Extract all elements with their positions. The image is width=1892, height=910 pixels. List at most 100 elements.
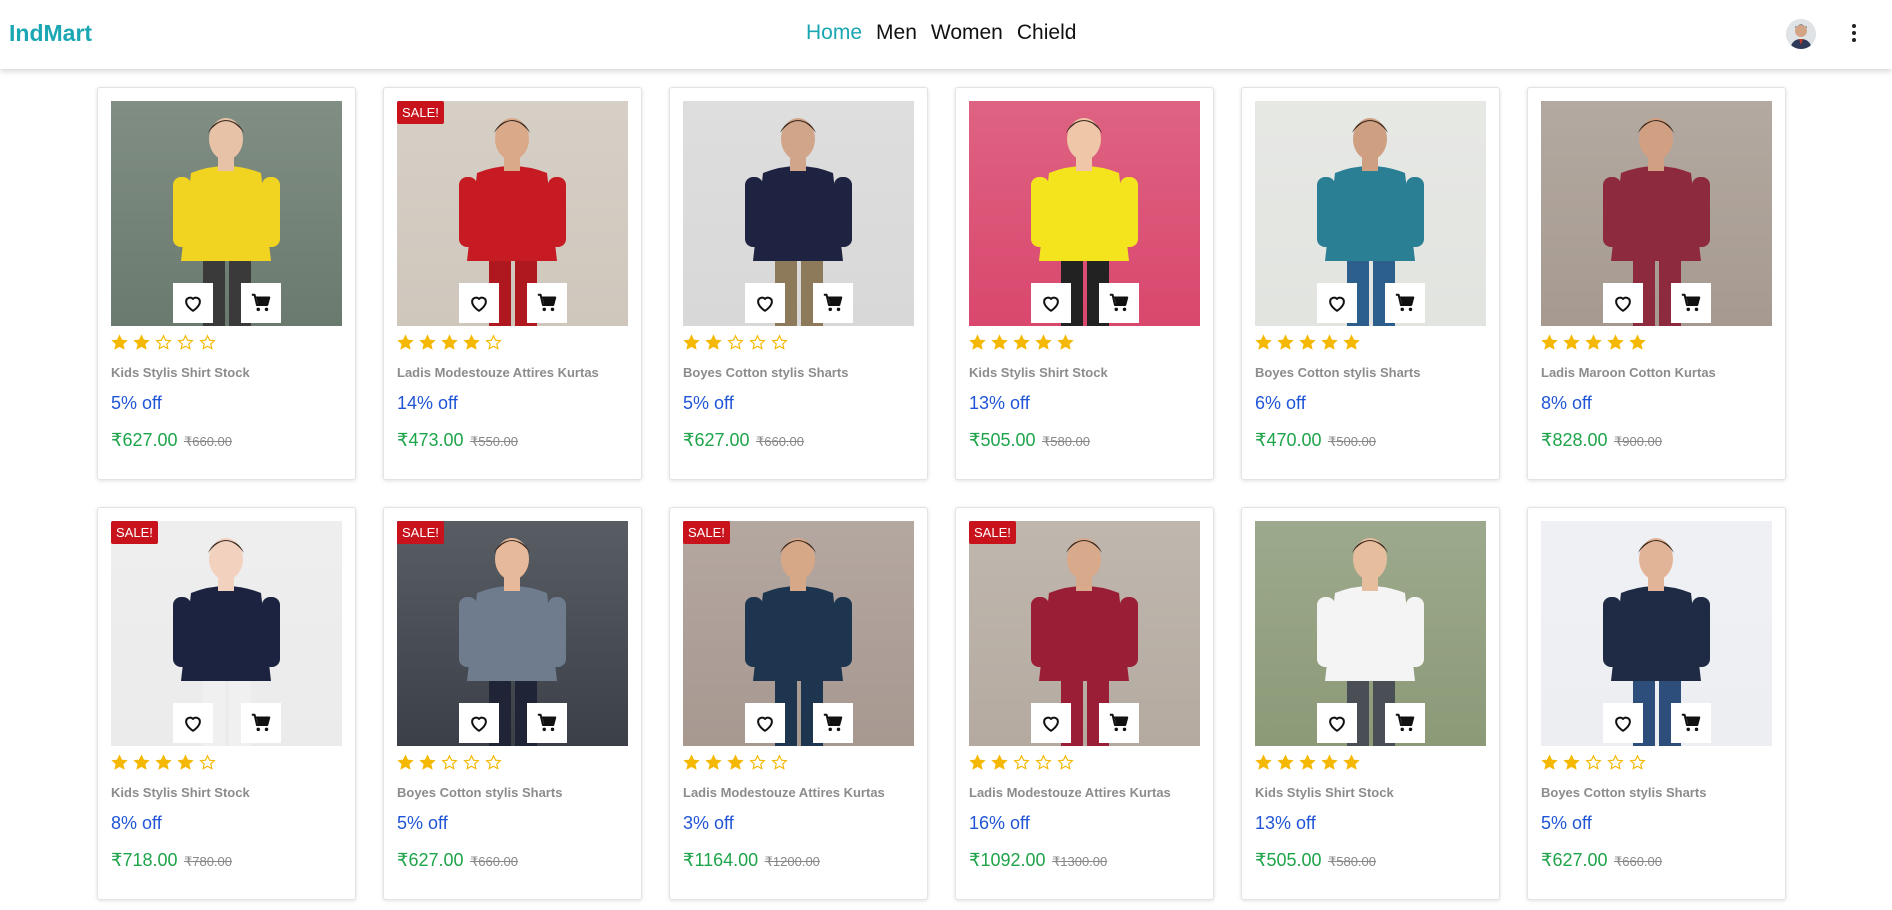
heart-icon[interactable] <box>173 283 213 323</box>
heart-icon[interactable] <box>1317 283 1357 323</box>
cart-icon[interactable] <box>813 703 853 743</box>
cart-icon[interactable] <box>1671 283 1711 323</box>
brand-logo[interactable]: IndMart <box>9 20 92 47</box>
product-image[interactable] <box>1255 101 1486 326</box>
nav-child[interactable]: Chield <box>1017 21 1077 45</box>
star-filled-icon <box>155 754 172 770</box>
product-name[interactable]: Boyes Cotton stylis Sharts <box>397 785 562 800</box>
product-name[interactable]: Boyes Cotton stylis Sharts <box>1541 785 1706 800</box>
product-name[interactable]: Ladis Modestouze Attires Kurtas <box>683 785 885 800</box>
heart-icon[interactable] <box>459 703 499 743</box>
star-filled-icon <box>705 334 722 350</box>
nav-men[interactable]: Men <box>876 21 917 45</box>
star-empty-icon <box>485 334 502 350</box>
product-name[interactable]: Kids Stylis Shirt Stock <box>111 365 250 380</box>
cart-icon[interactable] <box>1671 703 1711 743</box>
star-filled-icon <box>1035 334 1052 350</box>
price-row: ₹627.00 ₹660.00 <box>1541 850 1662 871</box>
star-filled-icon <box>1563 754 1580 770</box>
product-card[interactable]: SALE! Ladis Modestouze Attires Kurtas 3% o… <box>669 507 928 900</box>
product-image[interactable] <box>1255 521 1486 746</box>
rating-stars <box>1541 334 1646 351</box>
product-card[interactable]: Boyes Cotton stylis Sharts 6% off ₹470.00 … <box>1241 87 1500 480</box>
original-price: ₹500.00 <box>1327 434 1377 449</box>
product-image[interactable] <box>969 101 1200 326</box>
star-filled-icon <box>1255 334 1272 350</box>
product-image[interactable] <box>969 521 1200 746</box>
sale-badge: SALE! <box>397 521 444 544</box>
discount-label: 13% off <box>1255 813 1316 833</box>
price-row: ₹718.00 ₹780.00 <box>111 850 232 871</box>
heart-icon[interactable] <box>173 703 213 743</box>
price-row: ₹1092.00 ₹1300.00 <box>969 850 1107 871</box>
product-card[interactable]: Boyes Cotton stylis Sharts 5% off ₹627.00 … <box>669 87 928 480</box>
cart-icon[interactable] <box>241 283 281 323</box>
star-filled-icon <box>419 334 436 350</box>
avatar[interactable] <box>1786 19 1816 49</box>
sale-badge: SALE! <box>111 521 158 544</box>
heart-icon[interactable] <box>1031 703 1071 743</box>
product-card[interactable]: Ladis Maroon Cotton Kurtas 8% off ₹828.00 … <box>1527 87 1786 480</box>
product-image[interactable] <box>683 101 914 326</box>
discount-label: 5% off <box>683 393 734 413</box>
product-name[interactable]: Ladis Maroon Cotton Kurtas <box>1541 365 1716 380</box>
product-image[interactable] <box>397 521 628 746</box>
product-name[interactable]: Ladis Modestouze Attires Kurtas <box>397 365 599 380</box>
star-filled-icon <box>1013 334 1030 350</box>
rating-stars <box>111 754 216 771</box>
nav-women[interactable]: Women <box>931 21 1003 45</box>
product-image[interactable] <box>111 101 342 326</box>
product-image[interactable] <box>111 521 342 746</box>
heart-icon[interactable] <box>1603 703 1643 743</box>
nav-home[interactable]: Home <box>806 21 862 45</box>
discount-label: 13% off <box>969 393 1030 413</box>
product-card[interactable]: Kids Stylis Shirt Stock 13% off ₹505.00 ₹5… <box>955 87 1214 480</box>
sale-price: ₹470.00 <box>1255 430 1322 450</box>
price-row: ₹1164.00 ₹1200.00 <box>683 850 820 871</box>
heart-icon[interactable] <box>459 283 499 323</box>
product-card[interactable]: SALE! Ladis Modestouze Attires Kurtas 16% … <box>955 507 1214 900</box>
product-name[interactable]: Kids Stylis Shirt Stock <box>969 365 1108 380</box>
cart-icon[interactable] <box>813 283 853 323</box>
cart-icon[interactable] <box>241 703 281 743</box>
kebab-menu-icon[interactable] <box>1851 24 1857 44</box>
cart-icon[interactable] <box>527 283 567 323</box>
heart-icon[interactable] <box>745 283 785 323</box>
navbar: IndMart Home Men Women Chield <box>0 0 1892 69</box>
product-name[interactable]: Boyes Cotton stylis Sharts <box>683 365 848 380</box>
product-card[interactable]: SALE! Boyes Cotton stylis Sharts 5% off ₹62… <box>383 507 642 900</box>
product-image[interactable] <box>397 101 628 326</box>
product-image[interactable] <box>683 521 914 746</box>
heart-icon[interactable] <box>1317 703 1357 743</box>
product-image[interactable] <box>1541 521 1772 746</box>
product-card[interactable]: Kids Stylis Shirt Stock 13% off ₹505.00 ₹5… <box>1241 507 1500 900</box>
cart-icon[interactable] <box>527 703 567 743</box>
product-name[interactable]: Kids Stylis Shirt Stock <box>1255 785 1394 800</box>
heart-icon[interactable] <box>745 703 785 743</box>
star-empty-icon <box>771 334 788 350</box>
cart-icon[interactable] <box>1385 703 1425 743</box>
sale-price: ₹1092.00 <box>969 850 1046 870</box>
product-card[interactable]: Boyes Cotton stylis Sharts 5% off ₹627.00 … <box>1527 507 1786 900</box>
star-empty-icon <box>1629 754 1646 770</box>
cart-icon[interactable] <box>1385 283 1425 323</box>
cart-icon[interactable] <box>1099 283 1139 323</box>
star-filled-icon <box>683 754 700 770</box>
product-card[interactable]: SALE! Ladis Modestouze Attires Kurtas 14% … <box>383 87 642 480</box>
product-card[interactable]: SALE! Kids Stylis Shirt Stock 8% off ₹718.0… <box>97 507 356 900</box>
product-card[interactable]: Kids Stylis Shirt Stock 5% off ₹627.00 ₹66… <box>97 87 356 480</box>
heart-icon[interactable] <box>1031 283 1071 323</box>
star-filled-icon <box>133 334 150 350</box>
discount-label: 6% off <box>1255 393 1306 413</box>
product-image[interactable] <box>1541 101 1772 326</box>
price-row: ₹473.00 ₹550.00 <box>397 430 518 451</box>
star-empty-icon <box>1057 754 1074 770</box>
star-filled-icon <box>111 754 128 770</box>
sale-badge: SALE! <box>969 521 1016 544</box>
product-name[interactable]: Kids Stylis Shirt Stock <box>111 785 250 800</box>
heart-icon[interactable] <box>1603 283 1643 323</box>
product-name[interactable]: Boyes Cotton stylis Sharts <box>1255 365 1420 380</box>
product-name[interactable]: Ladis Modestouze Attires Kurtas <box>969 785 1171 800</box>
sale-price: ₹1164.00 <box>683 850 759 870</box>
cart-icon[interactable] <box>1099 703 1139 743</box>
